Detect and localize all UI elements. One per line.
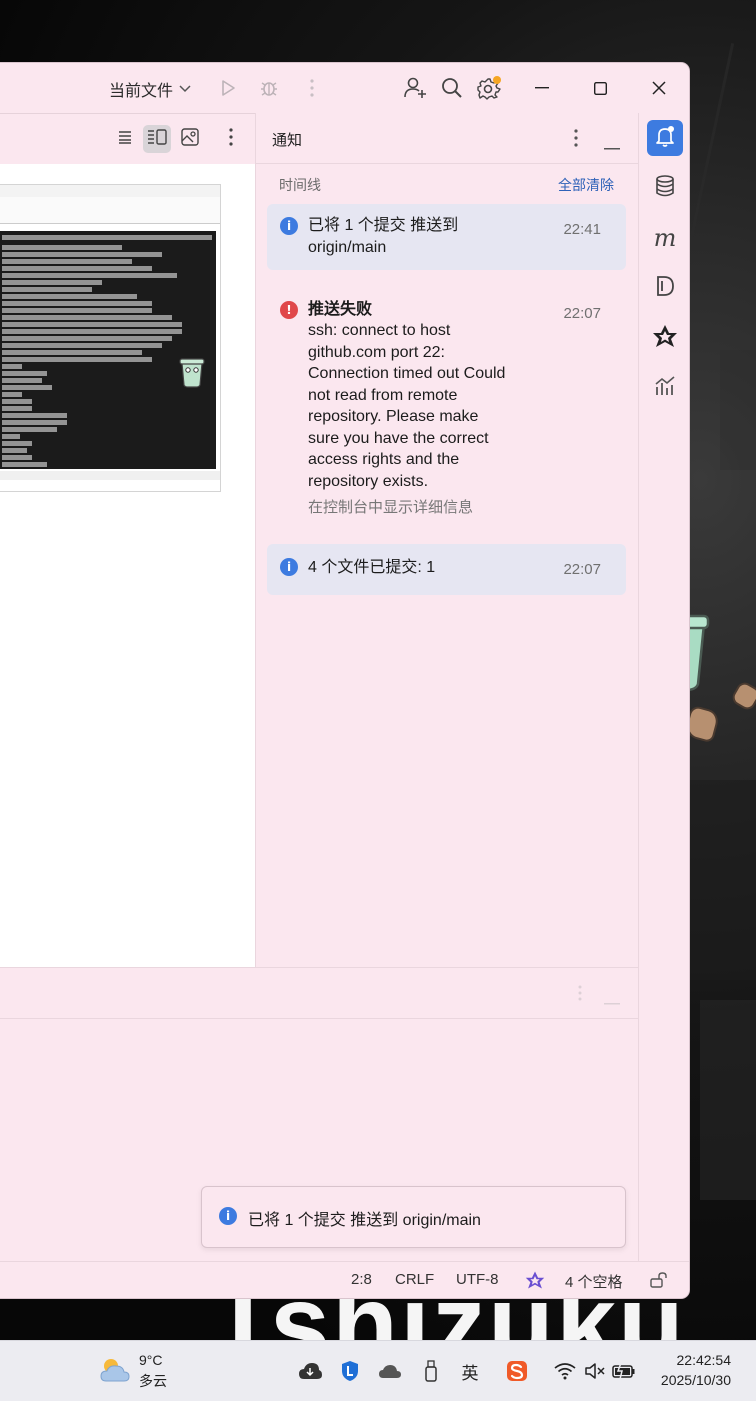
notification-card-push-failed: ! 推送失败 ssh: connect to host github.com p… (267, 288, 626, 528)
notification-message: 4 个文件已提交: 1 (308, 559, 436, 576)
notification-title: 推送失败 (308, 301, 373, 318)
lock-icon[interactable] (650, 1272, 668, 1292)
ide-window: 当前文件 通知 时间线 全部清除 i 已将 1 个提交 推送到 origin/m… (0, 63, 689, 1298)
show-details-in-console-link[interactable]: 在控制台中显示详细信息 (308, 496, 473, 517)
info-icon: i (280, 217, 298, 235)
split-view-icon (147, 128, 167, 150)
preview-view-icon (181, 127, 199, 151)
notification-message: ssh: connect to host github.com port 22:… (308, 322, 506, 490)
notifications-tool-button[interactable] (647, 120, 683, 156)
profiler-icon (654, 375, 676, 402)
notification-time: 22:07 (563, 305, 601, 322)
database-icon (655, 174, 675, 202)
m-plugin-icon: m (653, 224, 677, 252)
notification-card-push-success[interactable]: i 已将 1 个提交 推送到 origin/main 22:41 (267, 204, 626, 270)
debug-icon[interactable] (256, 75, 282, 101)
m-plugin-tool-button[interactable]: m (647, 220, 683, 256)
run-icon[interactable] (215, 75, 241, 101)
info-icon: i (219, 1207, 237, 1225)
database-tool-button[interactable] (647, 170, 683, 206)
split-view-button[interactable] (143, 125, 171, 153)
toast-message: 已将 1 个提交 推送到 origin/main (248, 1212, 481, 1229)
markdown-preview-pane[interactable] (0, 164, 255, 967)
d-plugin-tool-button[interactable] (647, 270, 683, 306)
line-ending[interactable]: CRLF (395, 1271, 434, 1288)
d-plugin-icon (655, 275, 675, 302)
right-tool-strip: m (638, 113, 689, 1261)
info-icon: i (280, 558, 298, 576)
notification-card-files-committed[interactable]: i 4 个文件已提交: 1 22:07 (267, 544, 626, 595)
embedded-screenshot-image (0, 185, 220, 491)
more-vertical-icon (229, 127, 233, 151)
notifications-header: 通知 (256, 113, 639, 164)
clock-date[interactable]: 2025/10/30 (661, 1372, 731, 1388)
settings-icon[interactable] (476, 75, 502, 101)
onedrive-icon[interactable] (378, 1359, 402, 1383)
run-configuration-selector[interactable]: 当前文件 (109, 77, 191, 101)
more-vertical-icon[interactable] (299, 75, 325, 101)
battery-charging-icon[interactable] (612, 1359, 636, 1383)
indent-setting[interactable]: 4 个空格 (565, 1271, 623, 1292)
preview-view-button[interactable] (176, 125, 204, 153)
hide-panel-icon[interactable] (604, 137, 620, 155)
weather-temperature: 9°C (139, 1352, 163, 1368)
search-icon[interactable] (439, 75, 465, 101)
input-method-indicator[interactable]: 英 (458, 1359, 482, 1383)
chevron-down-icon (179, 82, 191, 96)
ai-assistant-tool-button[interactable] (647, 320, 683, 356)
notification-message: 已将 1 个提交 推送到 origin/main (308, 217, 459, 256)
notifications-panel: 通知 时间线 全部清除 i 已将 1 个提交 推送到 origin/main 2… (255, 113, 639, 967)
cloud-sync-icon[interactable] (298, 1359, 322, 1383)
notification-time: 22:41 (563, 221, 601, 238)
security-shield-icon[interactable] (338, 1359, 362, 1383)
code-view-button[interactable] (111, 125, 139, 153)
hide-panel-icon[interactable] (604, 992, 620, 1010)
maximize-button[interactable] (585, 75, 615, 101)
profiler-tool-button[interactable] (647, 370, 683, 406)
run-configuration-label: 当前文件 (109, 83, 174, 100)
error-icon: ! (280, 301, 298, 319)
weather-condition: 多云 (139, 1373, 167, 1389)
ai-assistant-status-icon[interactable] (525, 1270, 545, 1294)
more-vertical-icon[interactable] (578, 985, 582, 1006)
bottom-tool-window-header (0, 968, 638, 1019)
wifi-icon[interactable] (553, 1359, 577, 1383)
usb-drive-icon[interactable] (419, 1359, 443, 1383)
clock-time[interactable]: 22:42:54 (677, 1352, 732, 1368)
clear-all-link[interactable]: 全部清除 (558, 175, 614, 195)
add-user-icon[interactable] (402, 75, 428, 101)
title-bar: 当前文件 (0, 63, 689, 113)
sogou-input-icon[interactable] (505, 1359, 529, 1383)
close-button[interactable] (644, 75, 674, 101)
notifications-bell-icon (654, 125, 676, 152)
ai-assistant-icon (652, 324, 678, 353)
trash-mascot-decoration (178, 355, 206, 389)
push-success-toast[interactable]: i 已将 1 个提交 推送到 origin/main (201, 1186, 626, 1248)
speaker-muted-icon[interactable] (583, 1359, 607, 1383)
code-view-icon (117, 130, 133, 149)
editor-more-button[interactable] (217, 125, 245, 153)
timeline-label: 时间线 (279, 177, 321, 193)
notification-time: 22:07 (563, 561, 601, 578)
file-encoding[interactable]: UTF-8 (456, 1271, 499, 1288)
taskbar: 9°C 多云 英 22:42:54 2025/10/30 (0, 1340, 756, 1401)
cursor-position[interactable]: 2:8 (351, 1271, 372, 1288)
minimize-button[interactable] (527, 75, 557, 101)
status-bar: 2:8 CRLF UTF-8 4 个空格 (0, 1261, 689, 1298)
notifications-title: 通知 (272, 132, 303, 149)
notifications-options-icon[interactable] (574, 129, 578, 152)
editor-toolbar (0, 113, 255, 165)
cloudy-weather-icon (98, 1355, 132, 1390)
